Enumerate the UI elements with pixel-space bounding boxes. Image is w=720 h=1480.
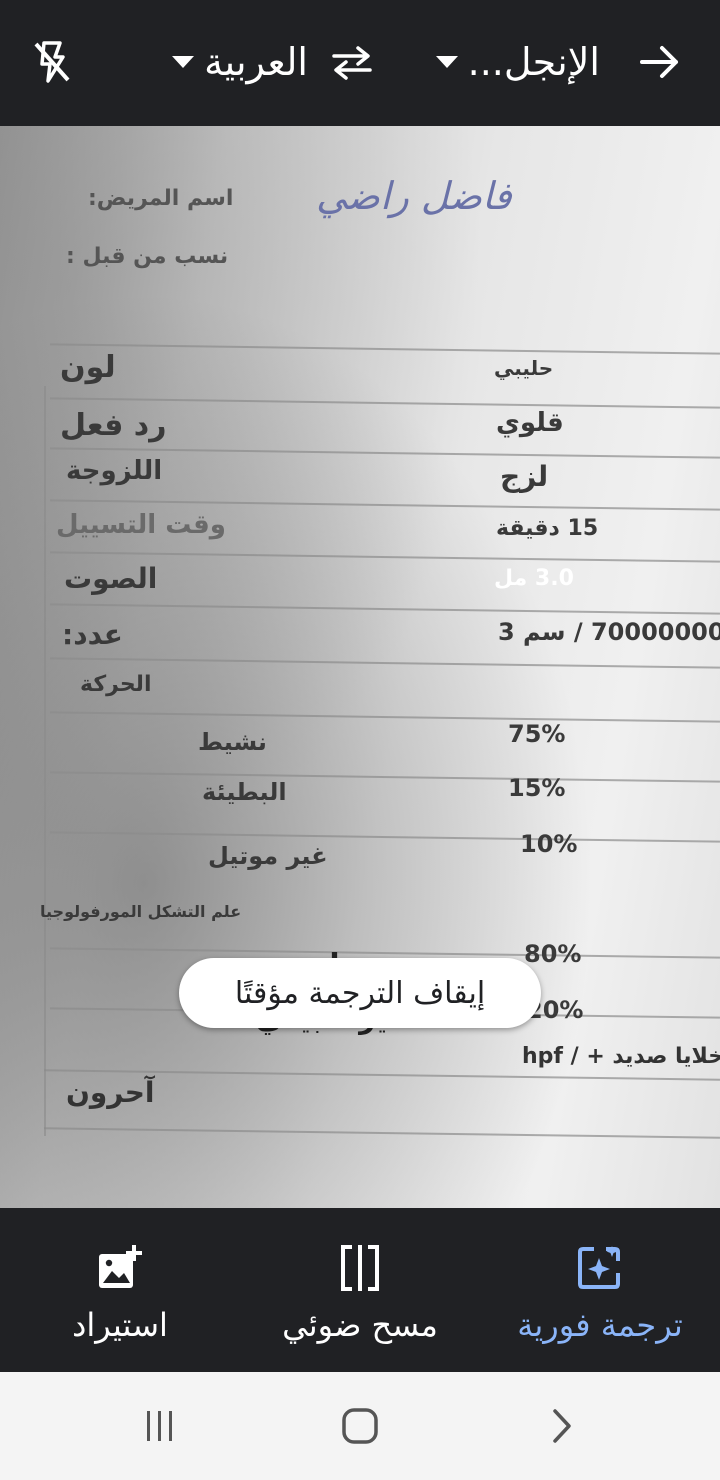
back-arrow-icon[interactable] [620,30,700,94]
mode-instant[interactable]: ترجمة فورية [480,1208,720,1372]
row-label: وقت التسييل [56,510,226,540]
chevron-down-icon [172,56,195,68]
chevron-down-icon [435,56,458,68]
mode-import[interactable]: استيراد [0,1208,240,1372]
camera-preview: اسم المريض: فاضل راضي نسب من قبل : لون ح… [0,126,720,1208]
top-app-bar: العربية الإنجل... [0,0,720,126]
row-label: الحركة [80,672,152,697]
row-label: رد فعل [60,408,167,443]
flash-off-icon[interactable] [20,30,84,94]
row-value: 3.0 مل [494,566,574,591]
recent-apps-icon[interactable] [120,1396,200,1456]
source-language-selector[interactable]: الإنجل... [410,30,600,94]
row-value: خلايا صديد + / hpf [522,1044,720,1069]
row-value: 15% [508,774,566,802]
scan-icon [330,1238,390,1298]
row-value: حليبي [494,356,554,380]
row-label: آحرون [66,1076,155,1109]
margin-line [44,386,46,1136]
row-label: غير موتيل [208,842,328,870]
row-label: الصوت [64,562,158,595]
row-value: 15 دقيقة [496,516,599,541]
system-nav-bar [0,1372,720,1480]
instant-translate-icon [570,1238,630,1298]
add-photo-icon [90,1238,150,1298]
target-language-selector[interactable]: العربية [138,30,308,94]
row-value: 70000000 / سم 3 [498,618,720,646]
patient-name-handwritten: فاضل راضي [316,174,512,218]
row-label: نشيط [198,728,267,756]
target-language-label: العربية [204,40,308,84]
row-label: البطيئة [202,778,287,806]
row-label: علم التشكل المورفولوجيا [40,902,242,921]
row-label: اللزوجة [66,456,163,486]
mode-scan-label: مسح ضوئي [282,1306,438,1344]
home-icon[interactable] [320,1396,400,1456]
row-value: قلوي [496,408,564,438]
source-language-label: الإنجل... [467,40,600,84]
swap-languages-icon[interactable] [320,30,384,94]
row-label: لون [60,350,116,385]
row-value: 75% [508,720,566,748]
previous-label: نسب من قبل : [66,244,229,269]
mode-instant-label: ترجمة فورية [517,1306,683,1344]
row-value: 80% [524,940,582,968]
patient-name-label: اسم المريض: [88,186,234,211]
mode-bar: استيراد مسح ضوئي ترجمة فورية [0,1208,720,1372]
row-label: عدد: [62,618,123,651]
row-value: لزج [500,460,549,493]
mode-import-label: استيراد [72,1306,168,1344]
back-nav-icon[interactable] [522,1396,602,1456]
mode-scan[interactable]: مسح ضوئي [240,1208,480,1372]
pause-translation-button[interactable]: إيقاف الترجمة مؤقتًا [179,958,541,1028]
row-value: 10% [520,830,578,858]
